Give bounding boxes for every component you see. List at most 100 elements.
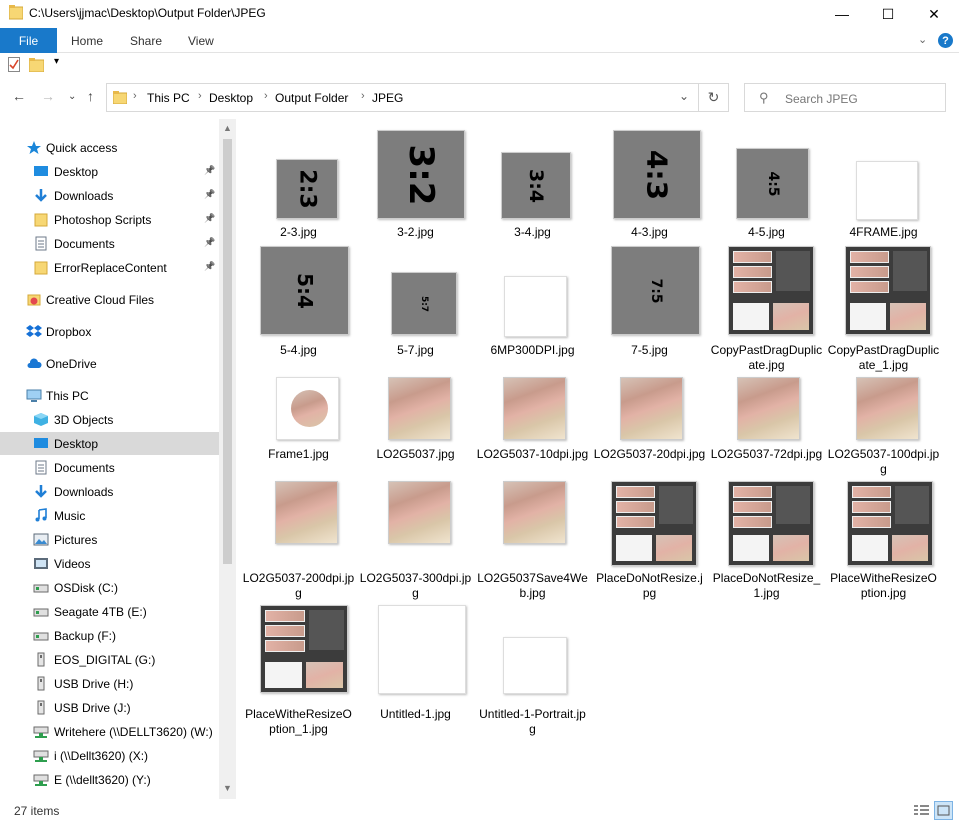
- sidebar-item-creative-cloud-files[interactable]: Creative Cloud Files: [0, 288, 219, 311]
- tab-share[interactable]: Share: [130, 28, 162, 53]
- chevron-down-icon[interactable]: ⌄: [679, 89, 689, 103]
- sidebar-item-errorreplacecontent[interactable]: ErrorReplaceContent 📌: [0, 256, 219, 279]
- file-item[interactable]: PlaceWitheResizeOption_1.jpg: [242, 605, 355, 739]
- file-item[interactable]: LO2G5037-100dpi.jpg: [827, 377, 940, 479]
- maximize-button[interactable]: ☐: [865, 0, 911, 28]
- file-name: Untitled-1-Portrait.jpg: [479, 707, 586, 736]
- file-item[interactable]: LO2G5037-72dpi.jpg: [710, 377, 823, 479]
- chevron-right-icon[interactable]: ›: [133, 90, 137, 102]
- sidebar-item-documents[interactable]: Documents 📌: [0, 232, 219, 255]
- breadcrumb-output-folder[interactable]: Output Folder: [275, 91, 348, 105]
- sidebar-item-backup-f[interactable]: Backup (F:): [0, 624, 219, 647]
- file-item[interactable]: LO2G5037-300dpi.jpg: [359, 481, 472, 603]
- chevron-right-icon[interactable]: ›: [361, 90, 365, 102]
- new-folder-icon[interactable]: [29, 57, 44, 72]
- sidebar-item-usb-drive-h[interactable]: USB Drive (H:): [0, 672, 219, 695]
- file-item[interactable]: PlaceDoNotResize.jpg: [593, 481, 706, 603]
- chevron-right-icon[interactable]: ›: [198, 90, 202, 102]
- sidebar-item-music[interactable]: Music: [0, 504, 219, 527]
- properties-icon[interactable]: [8, 57, 20, 72]
- sidebar-item-e-dellt3620-y[interactable]: E (\\dellt3620) (Y:): [0, 768, 219, 791]
- breadcrumb-desktop[interactable]: Desktop: [209, 91, 253, 105]
- pictures-icon: [33, 532, 49, 547]
- refresh-button[interactable]: ↻: [699, 83, 729, 112]
- pin-icon[interactable]: 📌: [204, 237, 215, 248]
- tab-home[interactable]: Home: [71, 28, 103, 53]
- file-item[interactable]: Frame1.jpg: [242, 377, 355, 479]
- tab-file[interactable]: File: [0, 28, 57, 53]
- sidebar-item-dropbox[interactable]: Dropbox: [0, 320, 219, 343]
- sidebar-item-usb-drive-j[interactable]: USB Drive (J:): [0, 696, 219, 719]
- file-item[interactable]: 2:3 2-3.jpg: [242, 127, 355, 257]
- address-bar[interactable]: › This PC › Desktop › Output Folder › JP…: [106, 83, 699, 112]
- scroll-up-icon[interactable]: ▲: [223, 123, 232, 133]
- sidebar-item-onedrive[interactable]: OneDrive: [0, 352, 219, 375]
- file-item[interactable]: 3:4 3-4.jpg: [476, 127, 589, 257]
- file-item[interactable]: 4:5 4-5.jpg: [710, 127, 823, 257]
- chevron-right-icon[interactable]: ›: [264, 90, 268, 102]
- sidebar-item-pictures[interactable]: Pictures: [0, 528, 219, 551]
- file-item[interactable]: PlaceDoNotResize_1.jpg: [710, 481, 823, 603]
- sidebar-item-osdisk-c[interactable]: OSDisk (C:): [0, 576, 219, 599]
- sidebar-scrollbar[interactable]: ▲ ▼: [219, 119, 236, 799]
- sidebar-item-label: Music: [54, 509, 86, 523]
- file-item[interactable]: 7:5 7-5.jpg: [593, 246, 706, 375]
- sidebar-item-this-pc[interactable]: This PC: [0, 384, 219, 407]
- back-arrow-icon[interactable]: ←: [12, 88, 26, 104]
- sidebar-item-writehere-dellt3620-w[interactable]: Writehere (\\DELLT3620) (W:): [0, 720, 219, 743]
- sidebar-item-seagate-4tb-e[interactable]: Seagate 4TB (E:): [0, 600, 219, 623]
- item-count: 27 items: [14, 804, 60, 818]
- breadcrumb-this-pc[interactable]: This PC: [147, 91, 190, 105]
- file-item[interactable]: 5:4 5-4.jpg: [242, 246, 355, 375]
- chevron-down-icon[interactable]: ⌄: [918, 33, 927, 46]
- minimize-button[interactable]: —: [819, 0, 865, 28]
- breadcrumb-jpeg[interactable]: JPEG: [372, 91, 403, 105]
- pin-icon[interactable]: 📌: [204, 165, 215, 176]
- scrollbar-thumb[interactable]: [223, 139, 232, 564]
- file-item[interactable]: LO2G5037-200dpi.jpg: [242, 481, 355, 603]
- file-item[interactable]: LO2G5037Save4Web.jpg: [476, 481, 589, 603]
- qat-dropdown-icon[interactable]: ▾: [54, 56, 59, 67]
- up-arrow-icon[interactable]: ↑: [87, 88, 94, 104]
- file-item[interactable]: PlaceWitheResizeOption.jpg: [827, 481, 940, 603]
- sidebar-item-downloads[interactable]: Downloads 📌: [0, 184, 219, 207]
- sidebar-item-eos-digital-g[interactable]: EOS_DIGITAL (G:): [0, 648, 219, 671]
- sidebar-item-3d-objects[interactable]: 3D Objects: [0, 408, 219, 431]
- file-item[interactable]: CopyPastDragDuplicate_1.jpg: [827, 246, 940, 375]
- details-view-icon[interactable]: [913, 802, 930, 819]
- ratio-label: 2:3: [294, 169, 320, 209]
- sidebar-item-i-dellt3620-x[interactable]: i (\\Dellt3620) (X:): [0, 744, 219, 767]
- pin-icon[interactable]: 📌: [204, 261, 215, 272]
- tab-view[interactable]: View: [188, 28, 214, 53]
- file-item[interactable]: 6MP300DPI.jpg: [476, 246, 589, 375]
- file-item[interactable]: 5:7 5-7.jpg: [359, 246, 472, 375]
- file-thumbnail: [728, 481, 814, 566]
- sidebar-item-desktop[interactable]: Desktop: [0, 432, 219, 455]
- sidebar-item-downloads[interactable]: Downloads: [0, 480, 219, 503]
- large-icons-view-icon[interactable]: [934, 801, 953, 820]
- file-item[interactable]: Untitled-1-Portrait.jpg: [476, 605, 589, 739]
- sidebar-item-videos[interactable]: Videos: [0, 552, 219, 575]
- file-item[interactable]: 4:3 4-3.jpg: [593, 127, 706, 257]
- window-title: C:\Users\jjmac\Desktop\Output Folder\JPE…: [29, 6, 266, 20]
- sidebar-item-photoshop-scripts[interactable]: Photoshop Scripts 📌: [0, 208, 219, 231]
- file-item[interactable]: 4FRAME.jpg: [827, 127, 940, 257]
- forward-arrow-icon[interactable]: →: [41, 88, 55, 104]
- file-item[interactable]: LO2G5037-20dpi.jpg: [593, 377, 706, 479]
- file-item[interactable]: LO2G5037.jpg: [359, 377, 472, 479]
- file-item[interactable]: 3:2 3-2.jpg: [359, 127, 472, 257]
- file-item[interactable]: LO2G5037-10dpi.jpg: [476, 377, 589, 479]
- search-input[interactable]: ⚲ Search JPEG: [744, 83, 946, 112]
- file-item[interactable]: CopyPastDragDuplicate.jpg: [710, 246, 823, 375]
- file-item[interactable]: Untitled-1.jpg: [359, 605, 472, 739]
- sidebar-item-quick-access[interactable]: Quick access: [0, 136, 219, 159]
- pin-icon[interactable]: 📌: [204, 213, 215, 224]
- sidebar-item-label: Desktop: [54, 165, 99, 179]
- close-button[interactable]: ✕: [911, 0, 957, 28]
- pin-icon[interactable]: 📌: [204, 189, 215, 200]
- scroll-down-icon[interactable]: ▼: [223, 783, 232, 793]
- sidebar-item-documents[interactable]: Documents: [0, 456, 219, 479]
- recent-locations-icon[interactable]: ⌄: [68, 91, 76, 102]
- help-icon[interactable]: ?: [938, 33, 953, 48]
- sidebar-item-desktop[interactable]: Desktop 📌: [0, 160, 219, 183]
